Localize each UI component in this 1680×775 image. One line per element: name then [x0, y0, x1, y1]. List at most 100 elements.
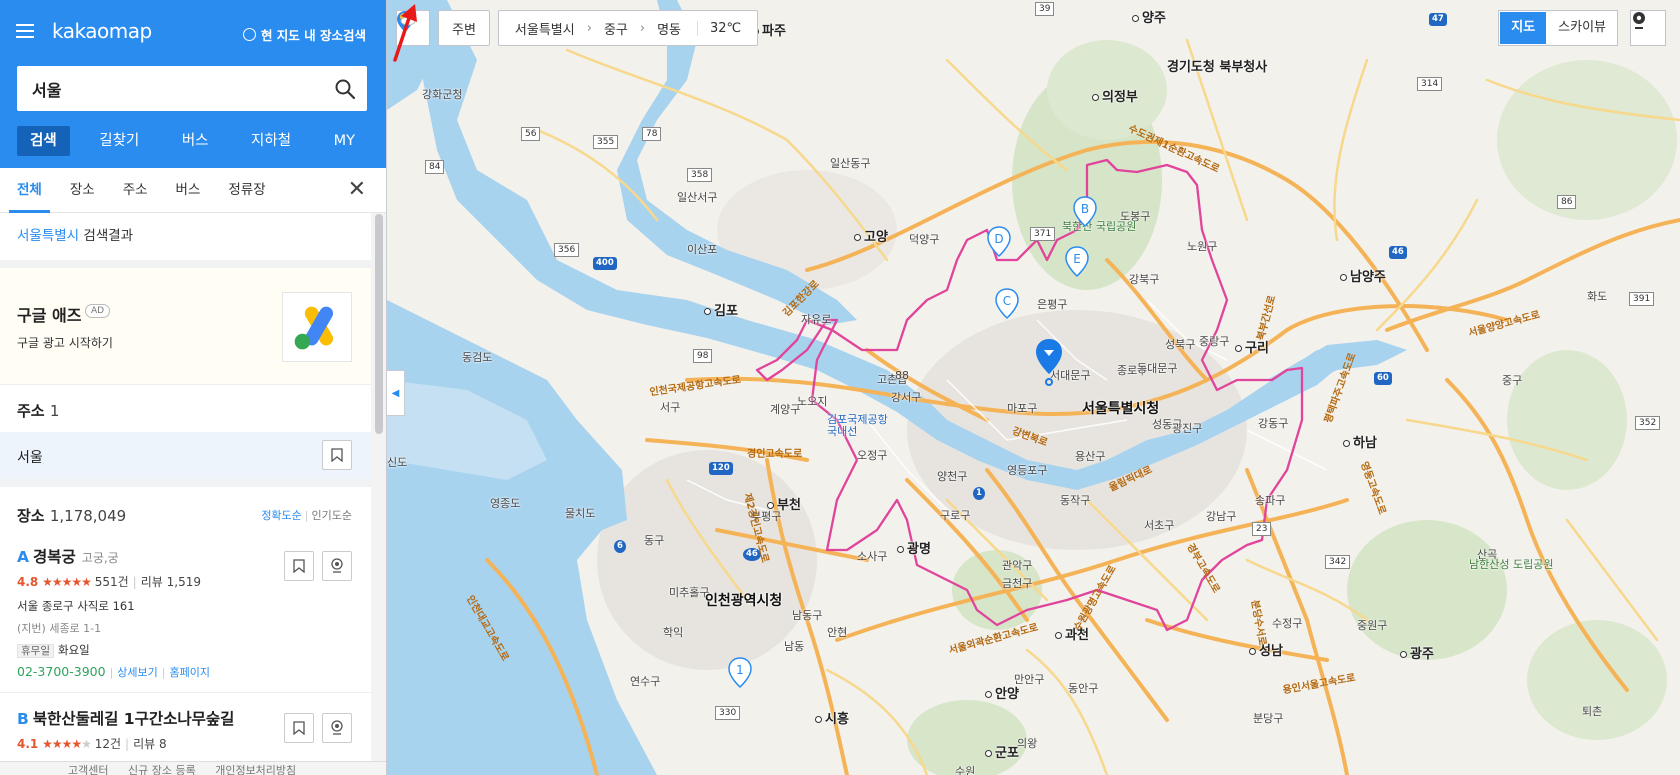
ad-card[interactable]: 구글 애즈 AD 구글 광고 시작하기: [0, 268, 372, 385]
place-category: 고궁,궁: [81, 551, 119, 565]
map-type-skyview[interactable]: 스카이뷰: [1547, 11, 1617, 45]
place-rating: 4.1 ★★★★★ 12건 | 리뷰 8: [17, 737, 167, 751]
roadview-button[interactable]: [322, 551, 352, 581]
address-heading: 주소 1: [17, 402, 60, 420]
svg-text:C: C: [1003, 294, 1011, 308]
location-pin-icon: [1036, 339, 1062, 386]
roadview-icon: [331, 558, 343, 573]
chevron-left-icon: ◀: [391, 387, 400, 399]
ad-badge: AD: [85, 304, 111, 318]
map-type-map[interactable]: 지도: [1500, 12, 1547, 44]
svg-text:B: B: [1081, 202, 1089, 216]
bookmark-button[interactable]: [322, 440, 352, 470]
main-tabs: 검색 길찾기 버스 지하철 MY: [17, 126, 368, 156]
map-canvas[interactable]: 파주 양주 의정부 경기도청 북부청사 고양 김포 구리 남양주 하남 부천 광…: [387, 0, 1680, 775]
pin-icon: E: [1065, 246, 1089, 278]
collapse-sidebar-button[interactable]: ◀: [387, 370, 405, 416]
tab-search[interactable]: 검색: [17, 126, 70, 156]
bookmark-button[interactable]: [284, 551, 314, 581]
roadview-icon: [331, 720, 343, 735]
detail-link[interactable]: 상세보기: [117, 666, 157, 679]
app: kakaomap 현 지도 내 장소검색 검색 길찾기 버스 지하철 MY 전체…: [0, 0, 1680, 775]
subtab-all[interactable]: 전체: [9, 168, 50, 213]
bookmark-icon: [293, 559, 305, 573]
pin-icon: C: [995, 288, 1019, 320]
bookmark-icon: [331, 448, 343, 462]
rating-stars-icon: ★★★★★: [42, 737, 92, 751]
nearby-button[interactable]: 주변: [438, 10, 490, 46]
map-top-controls: 출 주변 서울특별시 › 중구 › 명동 32℃: [396, 10, 759, 46]
place-address: 서울 종로구 사직로 161: [17, 599, 135, 613]
place-rating: 4.8 ★★★★★ 551건 | 리뷰 1,519: [17, 575, 201, 589]
roadview-button[interactable]: [322, 713, 352, 743]
rating-stars-icon: ★★★★★: [42, 575, 92, 589]
place-marker: B: [17, 710, 29, 728]
results-list: 서울특별시 검색결과 구글 애즈 AD 구글 광고 시작하기 주소 1 서울 장…: [0, 213, 372, 775]
place-name[interactable]: 경복궁: [33, 548, 76, 566]
weather: 32℃: [400, 13, 742, 36]
search-icon[interactable]: [333, 77, 357, 101]
subtab-place[interactable]: 장소: [70, 168, 95, 212]
svg-text:1: 1: [736, 663, 744, 677]
sort-popular[interactable]: 인기도순: [312, 509, 352, 522]
radio-icon: [242, 28, 256, 41]
roadview-icon: [1633, 12, 1645, 29]
sort-accuracy[interactable]: 정확도순: [261, 509, 301, 522]
pin-icon: D: [987, 226, 1011, 258]
menu-icon[interactable]: [16, 24, 34, 38]
result-region-link[interactable]: 서울특별시: [17, 228, 79, 244]
ad-title: 구글 애즈: [17, 306, 82, 325]
footer-link[interactable]: 고객센터: [68, 764, 108, 775]
location-breadcrumb: 서울특별시 › 중구 › 명동 32℃: [400, 10, 759, 46]
subtab-address[interactable]: 주소: [123, 168, 148, 212]
result-tabs: 전체 장소 주소 버스 정류장 ✕: [0, 168, 386, 213]
footer: 고객센터 신규 장소 등록 개인정보처리방침: [0, 761, 386, 775]
area-search-toggle[interactable]: 현 지도 내 장소검색: [242, 25, 366, 44]
list-item[interactable]: A 경복궁 고궁,궁 4.8 ★★★★★ 551건 | 리뷰 1,519 서울 종로구 …: [0, 537, 372, 693]
ad-subtitle: 구글 광고 시작하기: [17, 336, 113, 350]
tab-directions[interactable]: 길찾기: [86, 126, 152, 156]
place-name[interactable]: 북한산둘레길 1구간소나무숲길: [33, 710, 235, 728]
breadcrumb-dong[interactable]: 명동: [657, 19, 681, 38]
breadcrumb-district[interactable]: 중구: [604, 19, 628, 38]
footer-link[interactable]: 개인정보처리방침: [215, 764, 296, 775]
sidebar: kakaomap 현 지도 내 장소검색 검색 길찾기 버스 지하철 MY 전체…: [0, 0, 387, 775]
place-phone: 02-3700-3900 | 상세보기 | 홈페이지: [17, 664, 210, 679]
svg-text:E: E: [1073, 252, 1081, 266]
place-holiday: 휴무일 화요일: [17, 642, 372, 658]
review-link[interactable]: 리뷰 1,519: [141, 575, 201, 589]
logo[interactable]: kakaomap: [52, 19, 152, 43]
pin-icon: B: [1073, 196, 1097, 228]
place-jibun: (지번) 세종로 1-1: [17, 622, 102, 635]
bookmark-button[interactable]: [284, 713, 314, 743]
chevron-right-icon: ›: [586, 20, 592, 36]
roadview-toggle[interactable]: [1630, 10, 1666, 46]
temperature: 32℃: [709, 20, 742, 36]
map-base: [387, 0, 1680, 775]
address-result[interactable]: 서울: [0, 432, 372, 487]
tab-my[interactable]: MY: [321, 126, 368, 156]
subtab-bus[interactable]: 버스: [176, 168, 201, 212]
google-ads-logo-icon: [282, 292, 352, 362]
place-heading: 장소 1,178,049 정확도순 | 인기도순: [0, 487, 372, 537]
address-value: 서울: [17, 450, 43, 466]
map-type-switch: 지도 스카이뷰: [1498, 10, 1618, 46]
svg-text:D: D: [994, 232, 1003, 246]
scrollbar-thumb[interactable]: [375, 214, 383, 434]
search-input[interactable]: [17, 66, 317, 111]
tab-bus[interactable]: 버스: [169, 126, 222, 156]
tab-subway[interactable]: 지하철: [238, 126, 304, 156]
footer-link[interactable]: 신규 장소 등록: [128, 764, 196, 775]
place-marker: A: [17, 548, 29, 566]
search-header: kakaomap 현 지도 내 장소검색 검색 길찾기 버스 지하철 MY: [0, 0, 386, 168]
subtab-stop[interactable]: 정류장: [228, 168, 265, 212]
list-item[interactable]: B 북한산둘레길 1구간소나무숲길 4.1 ★★★★★ 12건 | 리뷰 8: [0, 693, 372, 752]
bookmark-icon: [293, 721, 305, 735]
review-link[interactable]: 리뷰 8: [133, 737, 167, 751]
area-search-label: 현 지도 내 장소검색: [260, 28, 366, 43]
homepage-link[interactable]: 홈페이지: [169, 666, 209, 679]
chevron-right-icon: ›: [639, 20, 646, 36]
pin-icon: 1: [728, 657, 752, 689]
close-icon[interactable]: ✕: [348, 179, 366, 201]
breadcrumb-city[interactable]: 서울특별시: [515, 19, 575, 38]
